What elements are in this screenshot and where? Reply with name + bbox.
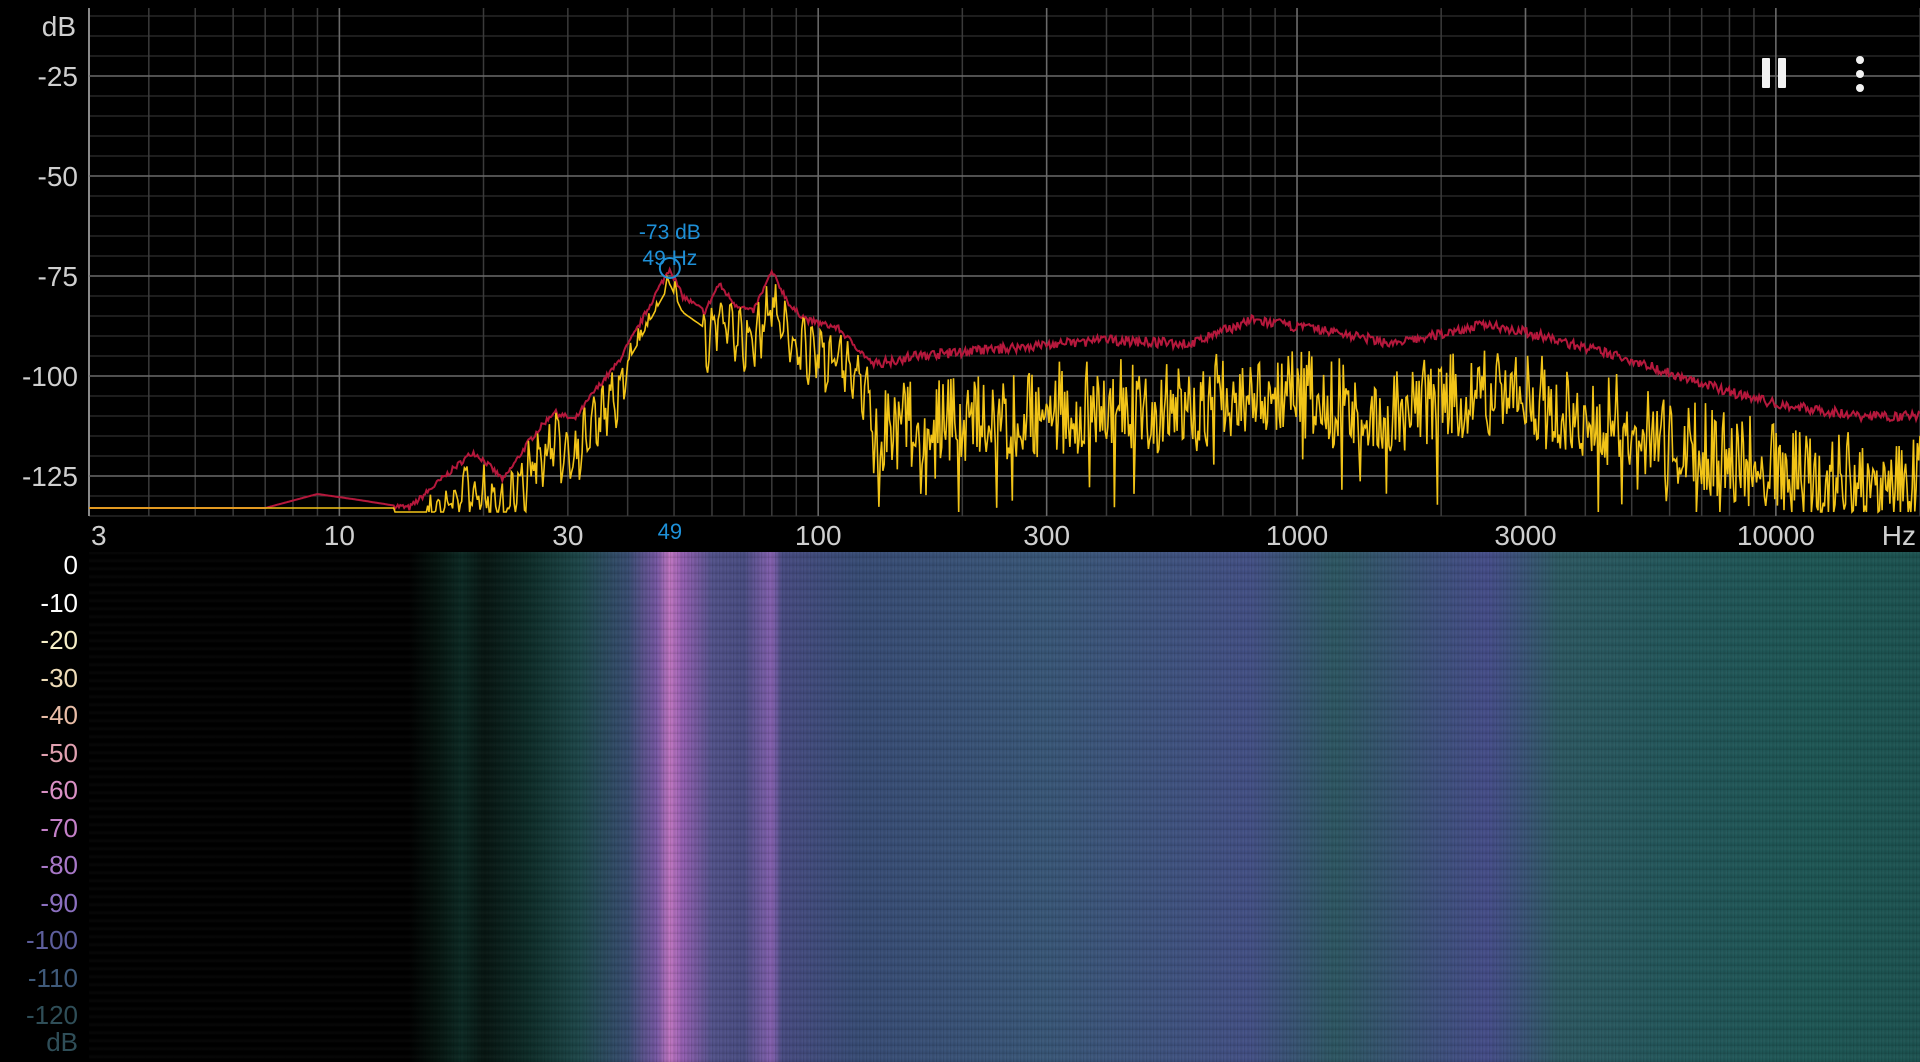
y-axis-unit: dB [42, 11, 76, 42]
x-axis-labels: 3 10 30 100 300 1000 3000 10000 [91, 520, 1815, 551]
waterfall-scale-label: -110 [27, 962, 78, 993]
waterfall-scale-label: -30 [40, 662, 78, 693]
waterfall-scale-label: -60 [40, 775, 78, 805]
x-tick-label: 10000 [1737, 520, 1815, 551]
waterfall-scale-label: -40 [40, 700, 78, 730]
grid-major [88, 8, 1920, 516]
x-tick-label: 10 [324, 520, 355, 551]
peak-db-label: -73 dB [639, 221, 701, 244]
x-tick-label: 3 [91, 520, 107, 551]
current-trace [89, 274, 1920, 514]
spectrogram-image [89, 552, 1920, 1062]
peak-hz-label: 49 Hz [642, 247, 697, 270]
x-tick-label: 300 [1023, 520, 1070, 551]
x-axis-unit: Hz [1882, 520, 1916, 551]
waterfall-scale-label: 0 [63, 552, 78, 580]
peak-freq-axis-label: 49 [658, 519, 682, 544]
waterfall-scale-label: -120 [25, 1000, 78, 1030]
waterfall-scale-label: -100 [25, 925, 78, 955]
y-axis-labels: -25 -50 -75 -100 -125 [22, 61, 78, 492]
spectrum-panel[interactable]: -25 -50 -75 -100 -125 3 10 30 100 300 1000 3000 100… [0, 0, 1920, 552]
x-tick-label: 100 [795, 520, 842, 551]
x-tick-label: 30 [552, 520, 583, 551]
grid-minor [88, 8, 1920, 517]
more-options-button[interactable] [1842, 50, 1878, 98]
x-tick-label: 3000 [1494, 520, 1556, 551]
waterfall-panel[interactable]: 0 -10 -20 -30 -40 -50 -60 -70 -80 -90 -100 -110 -120… [0, 552, 1920, 1062]
y-tick-label: -100 [22, 361, 78, 392]
y-tick-label: -125 [22, 461, 78, 492]
x-tick-label: 1000 [1266, 520, 1328, 551]
waterfall-unit: dB [46, 1027, 78, 1057]
waterfall-scale-label: -80 [40, 850, 78, 880]
waterfall-scale-label: -20 [40, 625, 78, 655]
spectrum-plot[interactable]: -25 -50 -75 -100 -125 3 10 30 100 300 1000 3000 100… [0, 0, 1920, 552]
waterfall-scale-label: -90 [40, 887, 78, 918]
y-tick-label: -50 [38, 161, 78, 192]
pause-button[interactable] [1752, 52, 1796, 96]
y-tick-label: -75 [38, 261, 78, 292]
waterfall-scale-label: -50 [40, 737, 78, 768]
waterfall-scale-label: -70 [40, 812, 78, 843]
waterfall-scale-label: -10 [40, 587, 78, 618]
y-tick-label: -25 [38, 61, 78, 92]
